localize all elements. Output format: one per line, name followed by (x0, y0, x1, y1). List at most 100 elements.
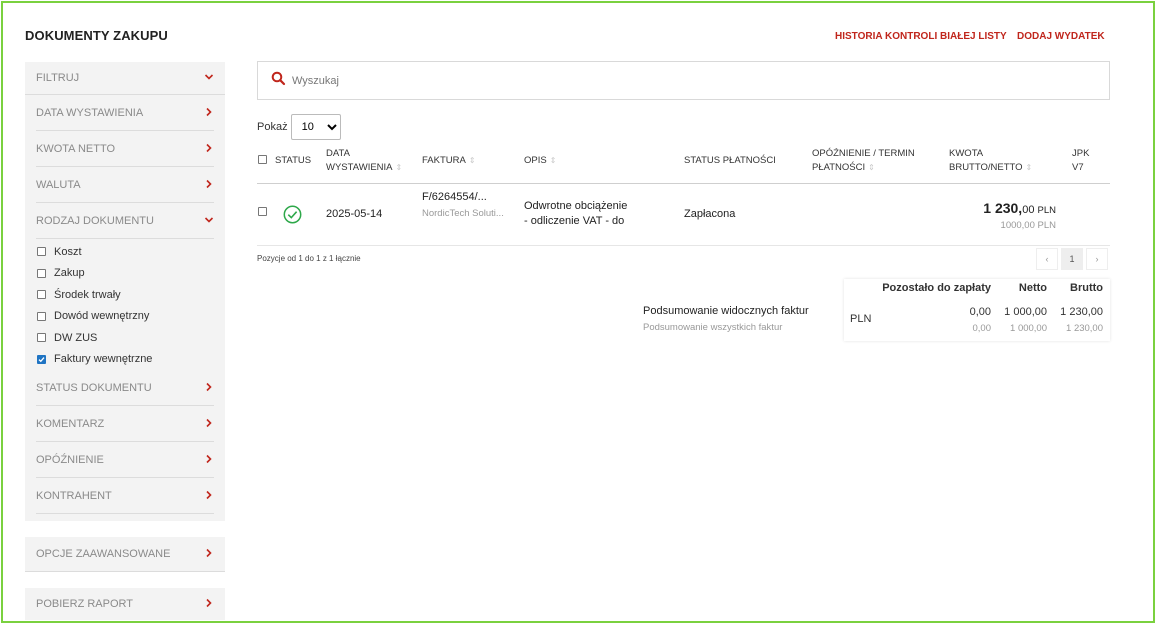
row-date: 2025-05-14 (326, 208, 383, 220)
chevron-right-icon (204, 595, 214, 613)
gross-currency: PLN (1037, 205, 1056, 216)
pagination-info: Pozycje od 1 do 1 z 1 łącznie (257, 254, 361, 263)
search-bar (257, 61, 1110, 100)
sort-icon: ⇕ (549, 156, 557, 165)
filter-delay[interactable]: OPÓŹNIENIE (36, 442, 214, 478)
chevron-right-icon (204, 140, 214, 158)
row-gross-amount: 1 230,00 PLN (960, 200, 1056, 216)
row-checkbox[interactable] (258, 207, 267, 216)
summary-all-remaining: 0,00 (972, 323, 992, 334)
table-header-divider (257, 183, 1110, 184)
sort-icon: ⇕ (395, 163, 403, 172)
filter-net-amount-label: KWOTA NETTO (36, 142, 116, 155)
doc-type-label: Środek trwały (54, 288, 121, 301)
filter-date-label: DATA WYSTAWIENIA (36, 106, 144, 119)
summary-currency: PLN (850, 313, 872, 325)
summary-all-net: 1 000,00 (1010, 323, 1047, 334)
doc-type-option[interactable]: Dowód wewnętrzny (25, 306, 225, 328)
download-report-label: POBIERZ RAPORT (36, 598, 133, 610)
header-status: STATUS (275, 155, 312, 166)
select-all-checkbox[interactable] (258, 155, 267, 164)
doc-type-label: Faktury wewnętrzne (54, 353, 153, 366)
sort-icon: ⇕ (868, 163, 875, 172)
download-report[interactable]: POBIERZ RAPORT (25, 588, 225, 620)
filter-doc-status[interactable]: STATUS DOKUMENTU (36, 370, 214, 406)
row-description-1: Odwrotne obciążenie (524, 200, 628, 212)
header-payment-status: STATUS PŁATNOŚCI (684, 155, 776, 166)
next-page-button[interactable]: › (1086, 248, 1108, 270)
header-amount-line2: BRUTTO/NETTO (949, 162, 1023, 173)
header-amount-line1: KWOTA (949, 148, 984, 159)
filter-currency[interactable]: WALUTA (36, 167, 214, 203)
header-jpk-line1: JPK (1072, 148, 1090, 159)
filter-label: FILTRUJ (36, 72, 80, 84)
checkbox[interactable] (37, 268, 46, 278)
header-date[interactable]: DATA WYSTAWIENIA ⇕ (326, 147, 402, 175)
checkbox[interactable] (37, 333, 46, 343)
doc-type-label: Zakup (54, 267, 85, 280)
row-net-amount: 1000,00 PLN (1000, 220, 1056, 231)
doc-type-label: Koszt (54, 245, 82, 258)
row-divider (257, 245, 1110, 246)
header-amount[interactable]: KWOTA BRUTTO/NETTO ⇕ (949, 147, 1032, 175)
row-vendor: NordicTech Soluti... (422, 208, 504, 219)
doc-type-option[interactable]: Środek trwały (25, 284, 225, 306)
page-title: DOKUMENTY ZAKUPU (25, 28, 168, 43)
prev-page-button[interactable]: ‹ (1036, 248, 1058, 270)
summary-header-remaining: Pozostało do zapłaty (882, 282, 991, 294)
filter-date[interactable]: DATA WYSTAWIENIA (36, 95, 214, 131)
header-delay[interactable]: OPÓŹNIENIE / TERMIN PŁATNOŚCI ⇕ (812, 147, 915, 175)
header-invoice[interactable]: FAKTURA ⇕ (422, 154, 476, 168)
summary-visible-gross: 1 230,00 (1060, 306, 1103, 318)
row-payment-status: Zapłacona (684, 208, 736, 220)
chevron-down-icon (204, 212, 214, 230)
header-jpk: JPK V7 (1072, 147, 1089, 175)
search-icon[interactable] (271, 71, 286, 91)
doc-type-option[interactable]: Koszt (25, 241, 225, 263)
chevron-right-icon (204, 176, 214, 194)
advanced-options[interactable]: OPCJE ZAAWANSOWANE (25, 537, 225, 572)
filter-net-amount[interactable]: KWOTA NETTO (36, 131, 214, 167)
search-input[interactable] (292, 74, 1072, 87)
chevron-right-icon (204, 104, 214, 122)
chevron-down-icon (204, 71, 214, 85)
page-size: Pokaż 10 (257, 114, 341, 140)
sort-icon: ⇕ (468, 156, 476, 165)
checkbox[interactable] (37, 247, 46, 257)
doc-type-option[interactable]: Faktury wewnętrzne (25, 349, 225, 371)
gross-decimal: 00 (1022, 204, 1035, 216)
row-invoice-number[interactable]: F/6264554/... (422, 191, 487, 203)
filter-sidebar: FILTRUJ DATA WYSTAWIENIA KWOTA NETTO WAL… (25, 62, 225, 521)
header-description-label: OPIS (524, 155, 547, 166)
checkbox[interactable] (37, 311, 46, 321)
summary-visible-remaining: 0,00 (969, 306, 991, 318)
summary-all-label: Podsumowanie wszystkich faktur (643, 322, 783, 333)
advanced-options-label: OPCJE ZAAWANSOWANE (36, 548, 171, 560)
summary-all-gross: 1 230,00 (1066, 323, 1103, 334)
doc-type-label: DW ZUS (54, 331, 98, 344)
filter-doc-type[interactable]: RODZAJ DOKUMENTU (36, 203, 214, 239)
chevron-right-icon (204, 545, 214, 563)
page-size-label: Pokaż (257, 121, 288, 133)
header-date-line1: DATA (326, 148, 350, 159)
checkbox[interactable] (37, 290, 46, 300)
filter-delay-label: OPÓŹNIENIE (36, 453, 104, 466)
page-1-button[interactable]: 1 (1061, 248, 1083, 270)
filter-doc-type-label: RODZAJ DOKUMENTU (36, 214, 154, 227)
filter-comment[interactable]: KOMENTARZ (36, 406, 214, 442)
add-expense-link[interactable]: DODAJ WYDATEK (1017, 31, 1105, 42)
doc-type-option[interactable]: Zakup (25, 263, 225, 285)
doc-type-option[interactable]: DW ZUS (25, 327, 225, 349)
header-date-line2: WYSTAWIENIA (326, 162, 393, 173)
summary-table: Pozostało do zapłaty Netto Brutto PLN 0,… (844, 279, 1110, 341)
doc-type-options: Koszt Zakup Środek trwały Dowód wewnętrz… (25, 239, 225, 370)
filter-contractor[interactable]: KONTRAHENT (36, 478, 214, 514)
filter-toggle[interactable]: FILTRUJ (25, 62, 225, 95)
header-description[interactable]: OPIS ⇕ (524, 154, 556, 168)
history-link[interactable]: HISTORIA KONTROLI BIAŁEJ LISTY (835, 31, 1007, 42)
row-description-2: - odliczenie VAT - do (524, 215, 625, 227)
checkbox-checked[interactable] (37, 354, 46, 364)
filter-contractor-label: KONTRAHENT (36, 489, 112, 502)
page-size-select[interactable]: 10 (290, 114, 341, 140)
sort-icon: ⇕ (1025, 163, 1033, 172)
